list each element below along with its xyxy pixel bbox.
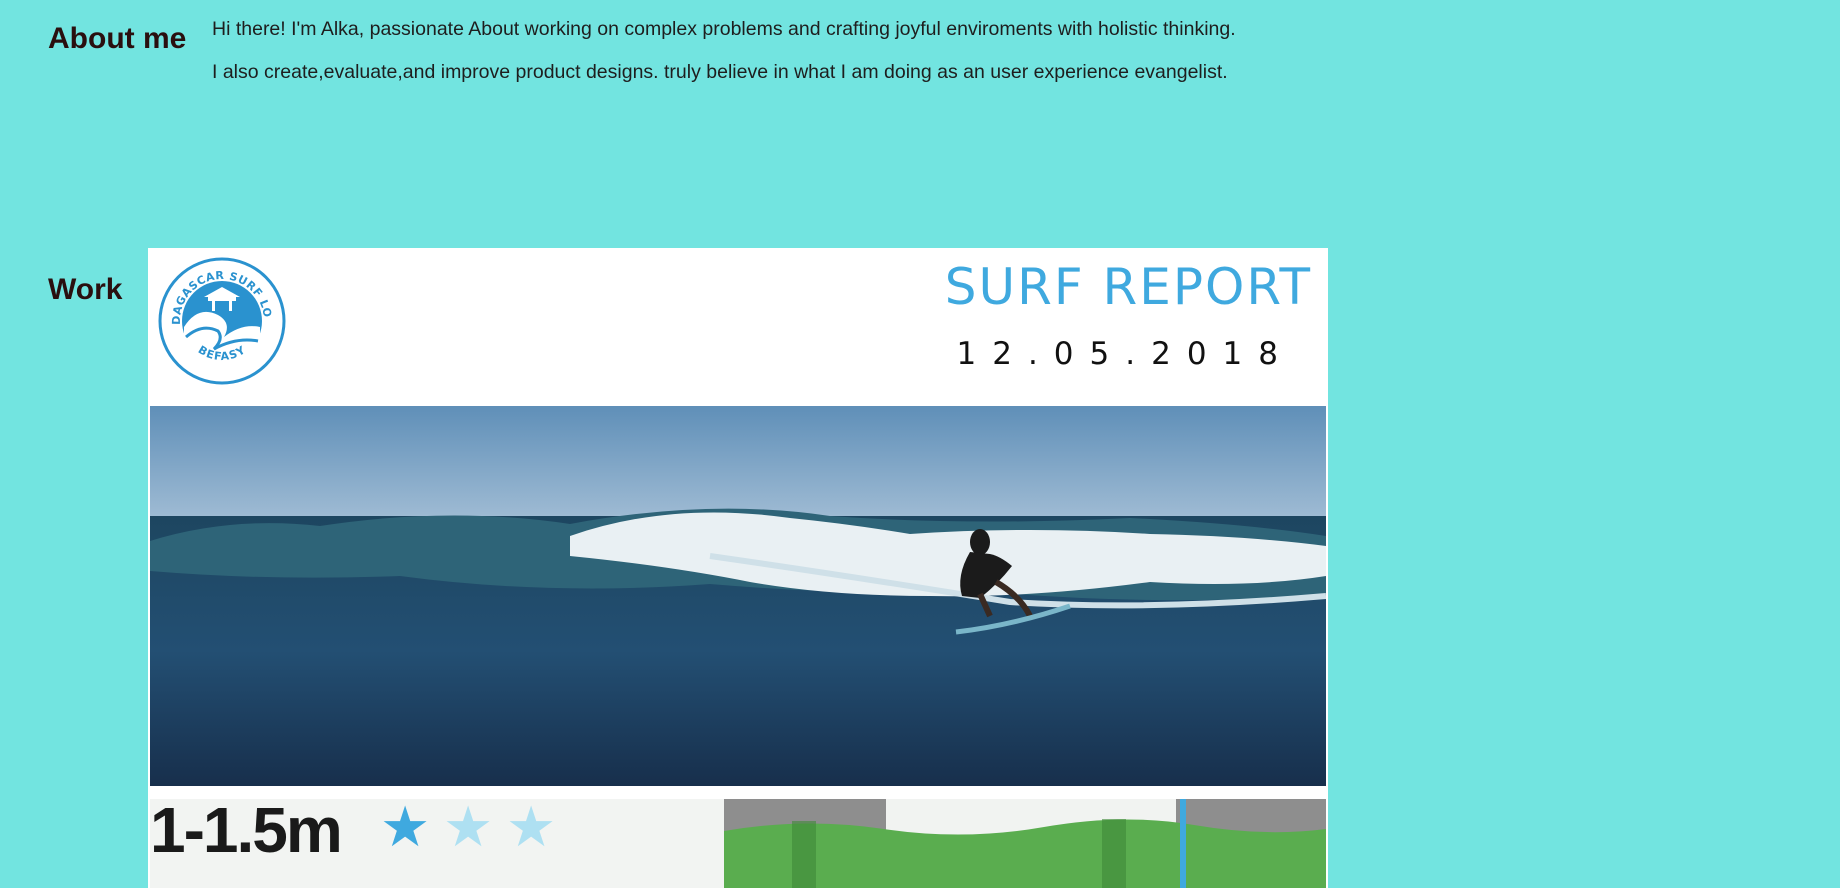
surf-lodge-logo: MADAGASCAR SURF LODGE BEFASY <box>158 257 286 385</box>
report-title: SURF REPORT <box>944 258 1312 316</box>
wave-height: 1-1.5m <box>150 794 343 866</box>
about-text-line-2: I also create,evaluate,and improve produ… <box>212 61 1228 83</box>
about-text-line-1: Hi there! I'm Alka, passionate About wor… <box>212 18 1236 40</box>
work-item-surf-report[interactable]: MADAGASCAR SURF LODGE BEFASY SURF REPORT… <box>148 248 1328 888</box>
star-icon: ★ <box>443 795 494 858</box>
work-heading: Work <box>48 273 123 306</box>
star-icon: ★ <box>506 795 557 858</box>
surfer-photo <box>150 406 1326 786</box>
tide-chart-thumbnail <box>724 799 1326 888</box>
stats-strip: 1-1.5m ★ ★ ★ <box>150 794 1326 888</box>
report-date: 12.05.2018 <box>956 336 1294 372</box>
about-heading: About me <box>48 22 187 55</box>
star-icon: ★ <box>380 795 431 858</box>
report-header: MADAGASCAR SURF LODGE BEFASY SURF REPORT… <box>148 248 1328 405</box>
